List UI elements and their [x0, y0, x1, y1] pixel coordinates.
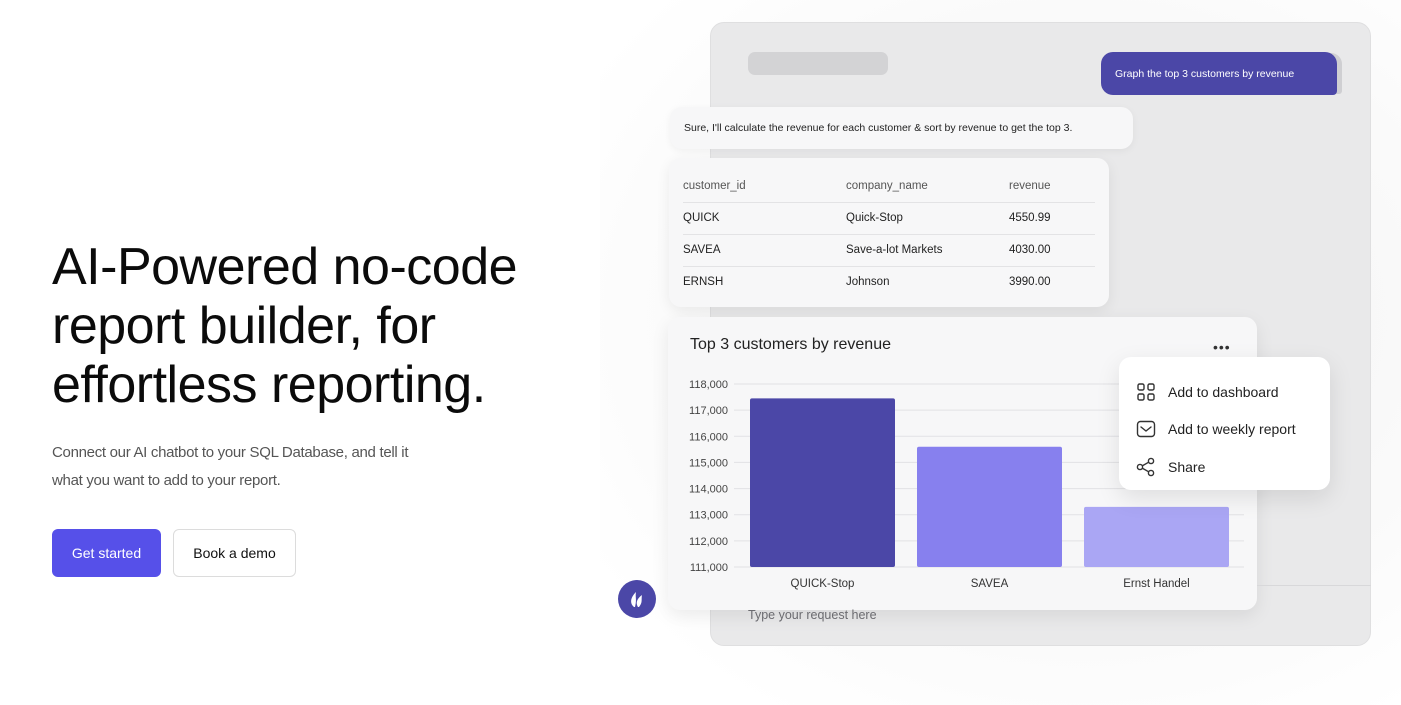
user-message-text: Graph the top 3 customers by revenue	[1115, 67, 1295, 80]
share-icon	[1135, 456, 1157, 478]
table-cell: 4550.99	[1009, 202, 1095, 235]
bot-message-text: Sure, I'll calculate the revenue for eac…	[684, 122, 1073, 134]
result-table-card: customer_id company_name revenue QUICK Q…	[669, 158, 1109, 307]
menu-item-label: Share	[1168, 458, 1206, 475]
menu-item-label: Add to weekly report	[1168, 421, 1296, 438]
table-cell: SAVEA	[683, 234, 846, 267]
y-tick-label: 113,000	[689, 510, 728, 522]
y-tick-label: 112,000	[689, 536, 728, 548]
bot-message: Sure, I'll calculate the revenue for eac…	[670, 107, 1133, 149]
table-cell: QUICK	[683, 202, 846, 235]
flame-icon	[631, 592, 642, 607]
menu-item-add-to-weekly-report[interactable]: Add to weekly report	[1119, 411, 1330, 449]
y-tick-label: 116,000	[689, 431, 728, 443]
x-tick-label: QUICK-Stop	[791, 578, 855, 590]
chart-bar	[1084, 506, 1229, 567]
table-cell: Johnson	[846, 276, 890, 289]
y-tick-label: 117,000	[689, 405, 728, 417]
context-menu: Add to dashboard Add to weekly report Sh…	[1119, 357, 1330, 490]
cta-group: Get started Book a demo	[52, 529, 296, 577]
table-cell: 4030.00	[1009, 234, 1095, 267]
table-row: SAVEA Save-a-lot Markets 4030.00	[683, 234, 1095, 267]
hero-section: AI-Powered no-code report builder, for e…	[52, 238, 592, 495]
table-cell: Quick-Stop	[846, 202, 1009, 235]
table-row: ERNSH Johnson 3990.00	[683, 266, 1095, 298]
table-cell: Save-a-lot Markets	[846, 234, 1009, 267]
y-tick-label: 114,000	[689, 484, 728, 496]
y-tick-label: 115,000	[689, 457, 728, 469]
y-tick-label: 118,000	[689, 379, 728, 391]
menu-item-label: Add to dashboard	[1168, 383, 1279, 400]
column-header: customer_id	[683, 170, 846, 203]
table-row: QUICK Quick-Stop 4550.99	[683, 202, 1095, 235]
result-table: customer_id company_name revenue QUICK Q…	[683, 170, 1095, 298]
brand-logo	[618, 580, 656, 618]
x-tick-label: SAVEA	[971, 578, 1009, 590]
menu-item-add-to-dashboard[interactable]: Add to dashboard	[1119, 373, 1330, 411]
hero-description: Connect our AI chatbot to your SQL Datab…	[52, 444, 409, 489]
table-cell: ERNSH	[683, 276, 724, 289]
hero-title-line: effortless reporting.	[52, 356, 486, 414]
column-header: revenue	[1009, 170, 1095, 203]
hero-title: AI-Powered no-code report builder, for e…	[52, 238, 592, 415]
mail-icon	[1135, 418, 1157, 440]
chart-bar	[750, 398, 895, 567]
menu-item-share[interactable]: Share	[1119, 448, 1330, 486]
table-header-row: customer_id company_name revenue	[683, 170, 1095, 203]
y-tick-label: 111,000	[690, 562, 728, 574]
hero-title-line: AI-Powered no-code	[52, 238, 518, 296]
request-input[interactable]: Type your request here	[748, 608, 877, 622]
user-message: Graph the top 3 customers by revenue	[1101, 52, 1337, 95]
get-started-button[interactable]: Get started	[52, 529, 161, 577]
grid-icon	[1135, 381, 1157, 403]
input-divider	[1257, 585, 1371, 586]
hero-title-line: report builder, for	[52, 297, 436, 355]
book-demo-button[interactable]: Book a demo	[173, 529, 296, 577]
x-tick-label: Ernst Handel	[1123, 578, 1189, 590]
header-placeholder	[748, 52, 888, 75]
column-header: company_name	[846, 170, 1009, 203]
table-cell: 3990.00	[1009, 276, 1051, 289]
chart-bar	[917, 446, 1062, 567]
